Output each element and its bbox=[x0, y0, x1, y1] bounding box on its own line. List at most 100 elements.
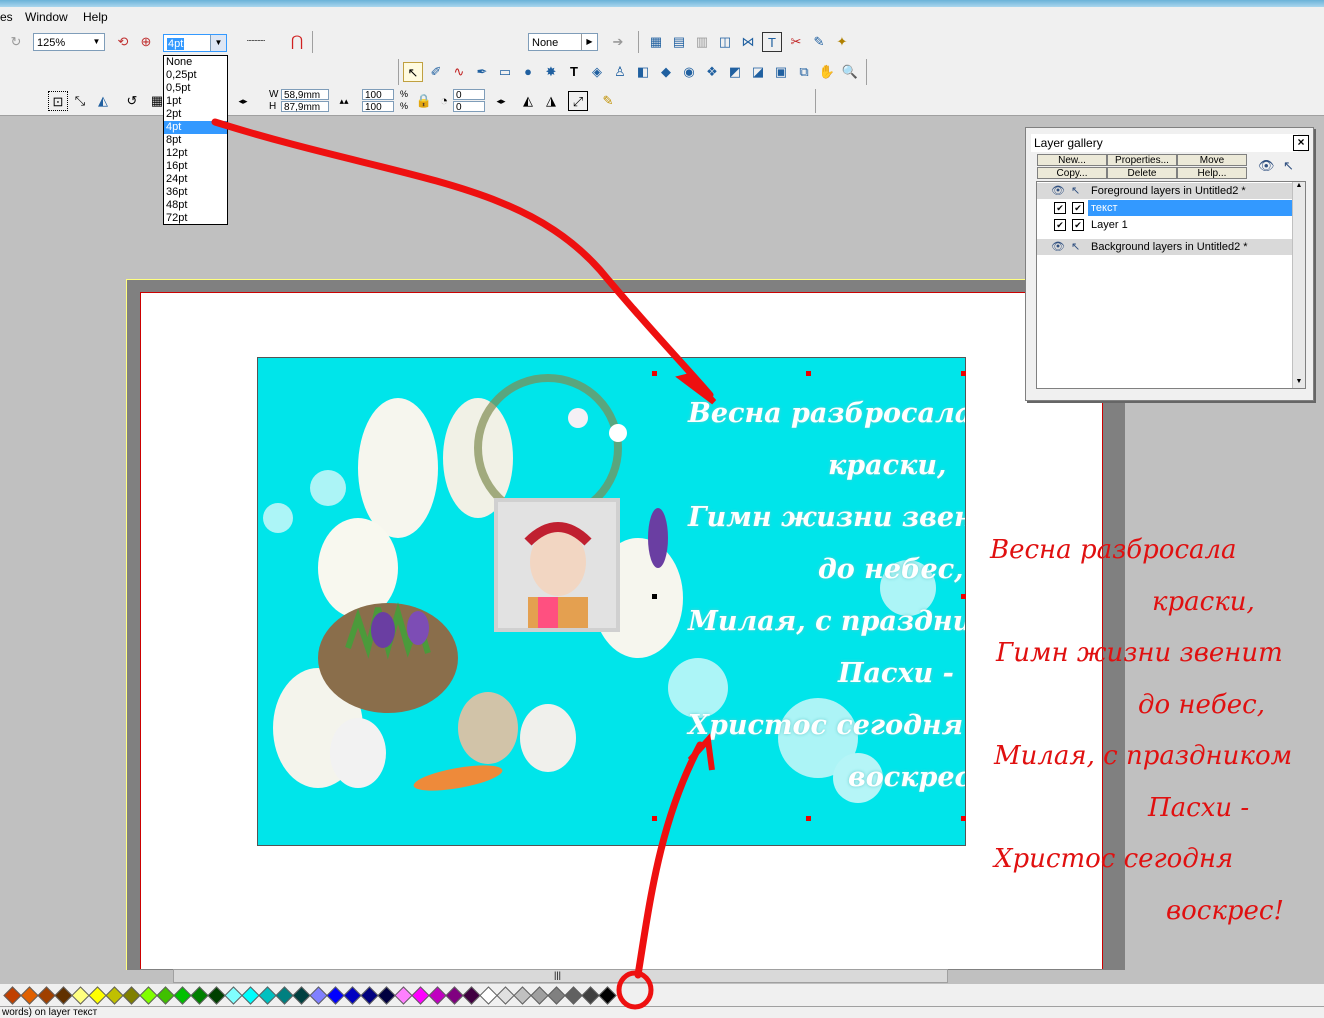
scrollbar-grip-icon[interactable]: ||| bbox=[554, 970, 561, 980]
copy-button[interactable]: Copy... bbox=[1037, 167, 1107, 179]
eye-icon[interactable]: 👁 bbox=[1051, 183, 1065, 199]
node-icon[interactable]: ⋈ bbox=[738, 32, 758, 52]
selection-handle[interactable] bbox=[961, 816, 966, 821]
new-layer-button[interactable]: New... bbox=[1037, 154, 1107, 166]
line-width-option[interactable]: 1pt bbox=[164, 95, 227, 108]
layer-row-background[interactable]: 👁 ↖ Background layers in Untitled2 * bbox=[1037, 239, 1293, 255]
selector-tool-icon[interactable]: ↖ bbox=[403, 62, 423, 82]
scroll-down-icon[interactable]: ▼ bbox=[1293, 378, 1305, 388]
photo-tool-icon[interactable]: ▣ bbox=[771, 62, 791, 82]
editable-checkbox[interactable]: ✔ bbox=[1072, 202, 1084, 214]
previous-zoom-icon[interactable]: ⟲ bbox=[113, 32, 133, 52]
flip-horizontal-icon[interactable]: ◭ bbox=[518, 91, 538, 111]
color-swatch[interactable] bbox=[20, 986, 39, 1005]
group-icon[interactable]: ▥ bbox=[692, 32, 712, 52]
help-button[interactable]: Help... bbox=[1177, 167, 1247, 179]
color-swatch[interactable] bbox=[547, 986, 566, 1005]
size-spinner-icon[interactable]: ▴▴▾▾ bbox=[332, 91, 356, 126]
line-width-option[interactable]: 36pt bbox=[164, 186, 227, 199]
text-tool-icon[interactable]: T bbox=[564, 62, 584, 82]
color-swatch[interactable] bbox=[258, 986, 277, 1005]
line-width-option[interactable]: 12pt bbox=[164, 147, 227, 160]
color-swatch[interactable] bbox=[377, 986, 396, 1005]
pin-icon[interactable]: ✎ bbox=[598, 91, 618, 111]
color-swatch[interactable] bbox=[564, 986, 583, 1005]
color-swatch[interactable] bbox=[513, 986, 532, 1005]
show-handles-icon[interactable]: ⤡ bbox=[70, 91, 90, 111]
text-frame-icon[interactable]: T bbox=[762, 32, 782, 52]
pointer-icon[interactable]: ↖ bbox=[1071, 183, 1080, 199]
color-swatch[interactable] bbox=[3, 986, 22, 1005]
color-swatch[interactable] bbox=[343, 986, 362, 1005]
scroll-up-icon[interactable]: ▲ bbox=[1293, 182, 1305, 192]
width-field[interactable]: 58,9mm bbox=[281, 89, 329, 101]
color-swatch[interactable] bbox=[598, 986, 617, 1005]
freehand-tool-icon[interactable]: ✐ bbox=[426, 62, 446, 82]
arrange-icon[interactable]: ▦ bbox=[646, 32, 666, 52]
color-swatch[interactable] bbox=[190, 986, 209, 1005]
shadow-tool-icon[interactable]: ❖ bbox=[702, 62, 722, 82]
rotation-field[interactable]: 0 bbox=[453, 89, 485, 101]
line-width-option[interactable]: 0,5pt bbox=[164, 82, 227, 95]
bezier-tool-icon[interactable]: ∿ bbox=[449, 62, 469, 82]
line-style-icon[interactable]: ┈┈┈ bbox=[235, 32, 277, 52]
rotate-icon[interactable]: ↺ bbox=[122, 91, 142, 111]
mould-tool-icon[interactable]: ◆ bbox=[656, 62, 676, 82]
layer-row-foreground[interactable]: 👁 ↖ Foreground layers in Untitled2 * bbox=[1037, 183, 1293, 199]
line-width-option[interactable]: 24pt bbox=[164, 173, 227, 186]
selection-handle[interactable] bbox=[961, 594, 966, 599]
lock-aspect-icon[interactable]: 🔒 bbox=[414, 91, 434, 111]
extrude-tool-icon[interactable]: ◪ bbox=[748, 62, 768, 82]
eye-icon[interactable]: 👁 bbox=[1258, 158, 1275, 174]
color-swatch[interactable] bbox=[428, 986, 447, 1005]
color-swatch[interactable] bbox=[581, 986, 600, 1005]
arrow-right-icon[interactable]: ➔ bbox=[608, 32, 628, 52]
combine-icon[interactable]: ◫ bbox=[715, 32, 735, 52]
position-arrows-icon[interactable]: ◂▸▴▾ bbox=[228, 91, 258, 126]
color-swatch[interactable] bbox=[241, 986, 260, 1005]
height-field[interactable]: 87,9mm bbox=[281, 101, 329, 113]
color-swatch[interactable] bbox=[122, 986, 141, 1005]
red-poem-text[interactable]: Весна разбросала краски, Гимн жизни звен… bbox=[990, 525, 1310, 945]
color-swatch[interactable] bbox=[88, 986, 107, 1005]
color-swatch[interactable] bbox=[207, 986, 226, 1005]
horizontal-scrollbar[interactable]: ||| bbox=[173, 969, 948, 983]
transform-icon[interactable]: ⤢ bbox=[568, 91, 588, 111]
rotation-angle-icon[interactable]: ◔ bbox=[434, 91, 454, 111]
layer-row-layer1[interactable]: ✔ ✔ Layer 1 bbox=[1037, 217, 1293, 233]
visible-checkbox[interactable]: ✔ bbox=[1054, 202, 1066, 214]
color-swatch[interactable] bbox=[54, 986, 73, 1005]
pointer-icon[interactable]: ↖ bbox=[1283, 158, 1294, 174]
menu-item-window[interactable]: Window bbox=[25, 10, 68, 24]
color-swatch[interactable] bbox=[394, 986, 413, 1005]
scale-x-field[interactable]: 100 bbox=[362, 89, 394, 101]
ellipse-tool-icon[interactable]: ● bbox=[518, 62, 538, 82]
live-effects-icon[interactable]: ⧉ bbox=[794, 62, 814, 82]
line-width-option[interactable]: 0,25pt bbox=[164, 69, 227, 82]
select-inside-icon[interactable]: ⊡ bbox=[48, 91, 68, 111]
zoom-tool-icon[interactable]: ⊕ bbox=[136, 32, 156, 52]
pointer-icon[interactable]: ↖ bbox=[1071, 239, 1080, 255]
push-tool-icon[interactable]: ✋ bbox=[817, 62, 837, 82]
scale-y-field[interactable]: 100 bbox=[362, 101, 394, 113]
rectangle-tool-icon[interactable]: ▭ bbox=[495, 62, 515, 82]
color-swatch[interactable] bbox=[139, 986, 158, 1005]
contour-tool-icon[interactable]: ◉ bbox=[679, 62, 699, 82]
fill-handles-icon[interactable]: ◭ bbox=[93, 91, 113, 111]
zoom-icon[interactable]: 🔍 bbox=[840, 62, 860, 82]
color-swatch[interactable] bbox=[445, 986, 464, 1005]
pen-tool-icon[interactable]: ✒ bbox=[472, 62, 492, 82]
line-width-option[interactable]: 72pt bbox=[164, 212, 227, 225]
layer-row-text[interactable]: ✔ ✔ текст bbox=[1037, 200, 1293, 216]
move-button[interactable]: Move bbox=[1177, 154, 1247, 166]
color-swatch[interactable] bbox=[479, 986, 498, 1005]
skew-field[interactable]: 0 bbox=[453, 101, 485, 113]
color-swatch[interactable] bbox=[462, 986, 481, 1005]
easter-card-image[interactable]: Весна разбросала краски, Гимн жизни звен… bbox=[257, 357, 966, 846]
effects-icon[interactable]: ✦ bbox=[832, 32, 852, 52]
angle-spinner-icon[interactable]: ◂▸▴▾ bbox=[490, 91, 512, 126]
color-swatch[interactable] bbox=[275, 986, 294, 1005]
zoom-select[interactable]: 125% ▼ bbox=[33, 33, 105, 51]
selection-handle[interactable] bbox=[652, 371, 657, 376]
close-icon[interactable]: × bbox=[1293, 135, 1309, 151]
